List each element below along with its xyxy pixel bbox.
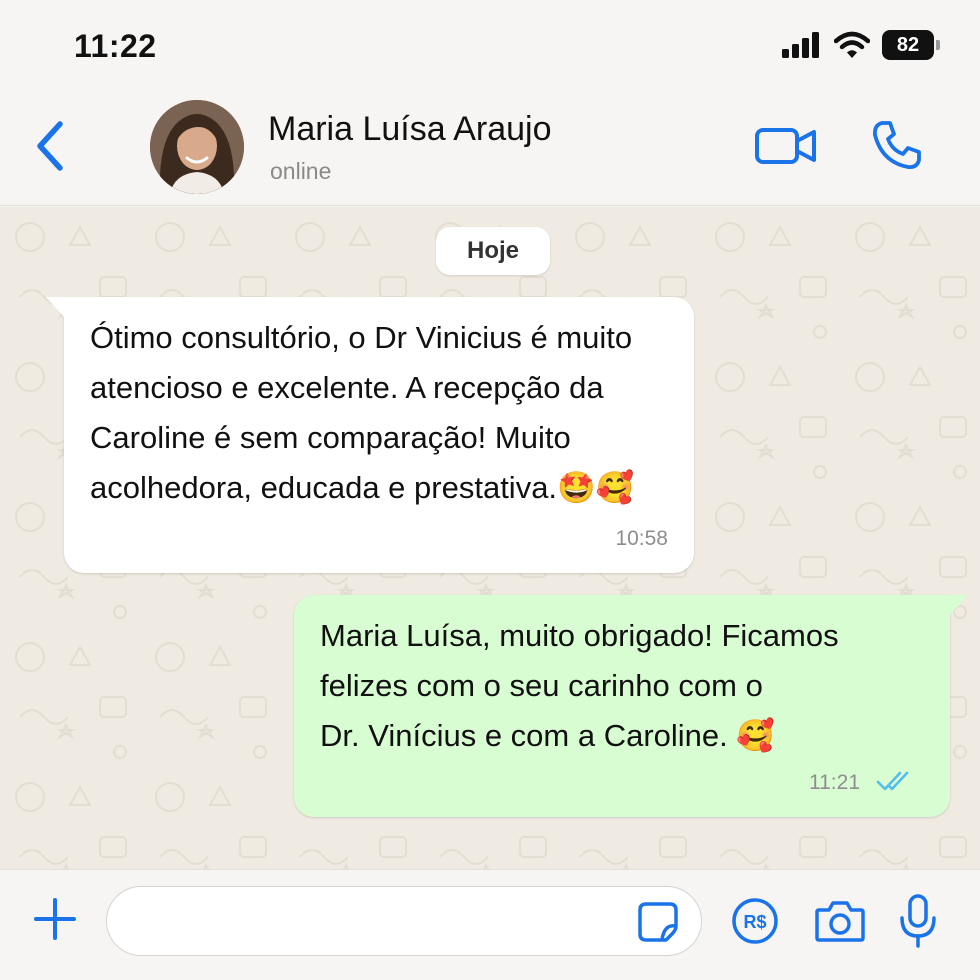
back-button[interactable] bbox=[28, 118, 74, 174]
message-text: Ótimo consultório, o Dr Vinicius é muito… bbox=[90, 320, 635, 505]
date-chip: Hoje bbox=[436, 227, 550, 275]
video-call-icon bbox=[754, 124, 818, 168]
avatar[interactable] bbox=[150, 100, 244, 194]
input-bar: R$ bbox=[0, 869, 980, 980]
bubble-tail bbox=[46, 297, 66, 319]
incoming-message[interactable]: Ótimo consultório, o Dr Vinicius é muito… bbox=[46, 297, 694, 573]
status-icons: 82 bbox=[782, 30, 940, 60]
outgoing-message[interactable]: Maria Luísa, muito obrigado! Ficamos fel… bbox=[294, 595, 968, 817]
message-input[interactable] bbox=[106, 886, 702, 956]
microphone-button[interactable] bbox=[898, 892, 938, 950]
video-call-button[interactable] bbox=[754, 124, 818, 168]
payment-label: R$ bbox=[743, 912, 766, 932]
signal-icon bbox=[782, 32, 822, 58]
message-time: 11:21 bbox=[809, 771, 860, 794]
bubble-tail bbox=[948, 595, 968, 617]
attach-button[interactable] bbox=[32, 896, 78, 942]
contact-name[interactable]: Maria Luísa Araujo bbox=[268, 110, 552, 149]
read-receipt-icon bbox=[876, 769, 916, 793]
payment-button[interactable]: R$ bbox=[730, 896, 780, 946]
camera-button[interactable] bbox=[814, 898, 866, 944]
battery-icon: 82 bbox=[882, 30, 940, 60]
plus-icon bbox=[32, 896, 78, 942]
status-time: 11:22 bbox=[74, 28, 157, 64]
contact-status: online bbox=[270, 158, 332, 184]
back-chevron-icon bbox=[28, 118, 74, 174]
phone-icon bbox=[870, 118, 924, 172]
chat-area[interactable]: Hoje Ótimo consultório, o Dr Vinicius é … bbox=[0, 207, 980, 869]
camera-icon bbox=[814, 898, 866, 944]
chat-header: Maria Luísa Araujo online bbox=[0, 92, 980, 206]
microphone-icon bbox=[898, 892, 938, 950]
message-text: Maria Luísa, muito obrigado! Ficamos fel… bbox=[320, 618, 839, 753]
wifi-icon bbox=[834, 31, 870, 59]
sticker-button[interactable] bbox=[636, 900, 680, 944]
sticker-icon bbox=[636, 900, 680, 944]
voice-call-button[interactable] bbox=[870, 118, 924, 172]
pix-payment-icon: R$ bbox=[732, 898, 778, 944]
message-time: 10:58 bbox=[615, 527, 668, 550]
status-bar: 11:22 82 bbox=[0, 0, 980, 92]
